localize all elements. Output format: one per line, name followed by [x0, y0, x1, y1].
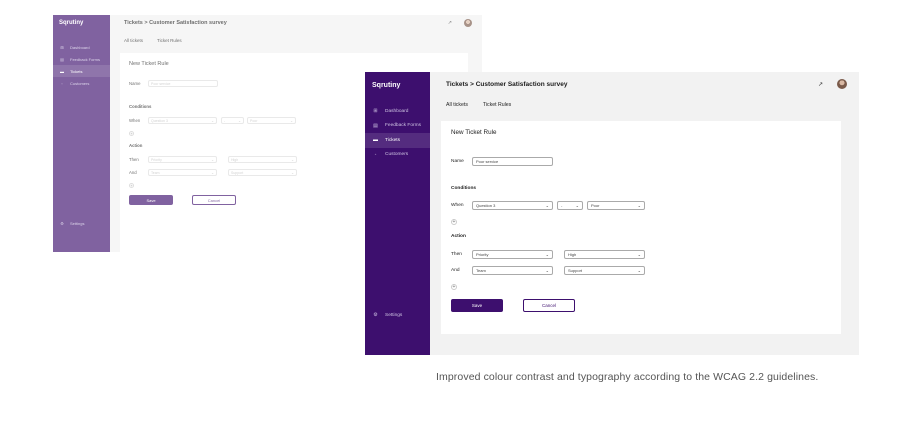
select-value: - — [561, 203, 563, 208]
when-question-select[interactable]: Question 3 ⌄ — [472, 201, 553, 210]
cancel-button[interactable]: Cancel — [523, 299, 575, 312]
brand-logo: Sqrutiny — [372, 82, 401, 89]
chevron-down-icon: ⌄ — [545, 203, 549, 208]
chevron-down-icon: ⌄ — [637, 252, 641, 257]
gear-icon: ⚙ — [373, 312, 378, 319]
breadcrumb: Tickets > Customer Satisfaction survey — [446, 80, 568, 88]
then-field-select[interactable]: Priority ⌄ — [472, 250, 553, 259]
sidebar-item-label: Settings — [385, 312, 403, 318]
sidebar-item-tickets[interactable]: ▬ Tickets — [365, 133, 430, 148]
add-action-button[interactable]: + — [451, 284, 457, 290]
sidebar-item-label: Feedback Forms — [385, 123, 421, 129]
ticket-rule-form: New Ticket Rule Name Poor service Condit… — [441, 121, 841, 334]
sidebar-item-label: Tickets — [385, 137, 401, 143]
tab-ticket-rules[interactable]: Ticket Rules — [483, 102, 511, 121]
caption-text: Improved colour contrast and typography … — [436, 371, 819, 383]
sidebar-item-settings[interactable]: ⚙ Settings — [365, 308, 430, 323]
select-value: Support — [568, 268, 583, 273]
add-condition-button[interactable]: + — [451, 219, 457, 225]
and-field-select[interactable]: Team ⌄ — [472, 266, 553, 275]
sidebar: Sqrutiny ⊞ Dashboard ▤ Feedback Forms ▬ … — [365, 72, 430, 355]
and-label: And — [451, 268, 460, 273]
chevron-down-icon: ⌄ — [637, 203, 641, 208]
new-design-screenshot: Sqrutiny ⊞ Dashboard ▤ Feedback Forms ▬ … — [365, 72, 859, 355]
action-heading: Action — [451, 234, 466, 239]
chevron-down-icon: ⌄ — [545, 252, 549, 257]
then-label: Then — [451, 252, 462, 257]
sidebar-item-customers[interactable]: ◦ Customers — [365, 148, 430, 163]
when-value-select[interactable]: Poor ⌄ — [587, 201, 645, 210]
share-icon[interactable]: ↗ — [818, 81, 823, 88]
name-input-value: Poor service — [476, 159, 499, 164]
sidebar-item-dashboard[interactable]: ⊞ Dashboard — [365, 104, 430, 119]
name-label: Name — [451, 159, 464, 164]
topbar: Tickets > Customer Satisfaction survey ↗ — [430, 72, 859, 96]
sidebar-item-label: Dashboard — [385, 108, 409, 114]
chevron-down-icon: ⌄ — [575, 203, 579, 208]
and-value-select[interactable]: Support ⌄ — [564, 266, 645, 275]
chevron-down-icon: ⌄ — [637, 268, 641, 273]
tab-bar: All tickets Ticket Rules — [430, 96, 859, 121]
when-label: When — [451, 203, 464, 208]
chevron-down-icon: ⌄ — [545, 268, 549, 273]
select-value: Question 3 — [476, 203, 496, 208]
tab-all-tickets[interactable]: All tickets — [446, 102, 468, 121]
select-value: Priority — [476, 252, 489, 257]
select-value: Poor — [591, 203, 600, 208]
name-input[interactable]: Poor service — [472, 157, 553, 166]
form-icon: ▤ — [373, 122, 378, 129]
when-operator-select[interactable]: - ⌄ — [557, 201, 583, 210]
avatar[interactable] — [837, 79, 847, 89]
ticket-icon: ▬ — [373, 137, 378, 144]
sidebar-item-feedback-forms[interactable]: ▤ Feedback Forms — [365, 119, 430, 134]
then-value-select[interactable]: High ⌄ — [564, 250, 645, 259]
grid-icon: ⊞ — [373, 108, 378, 115]
sidebar-item-label: Customers — [385, 152, 409, 158]
select-value: High — [568, 252, 577, 257]
save-button[interactable]: Save — [451, 299, 503, 312]
conditions-heading: Conditions — [451, 186, 477, 191]
select-value: Team — [476, 268, 486, 273]
form-title: New Ticket Rule — [451, 129, 497, 136]
user-icon: ◦ — [374, 151, 377, 158]
topbar-actions: ↗ — [818, 79, 847, 89]
